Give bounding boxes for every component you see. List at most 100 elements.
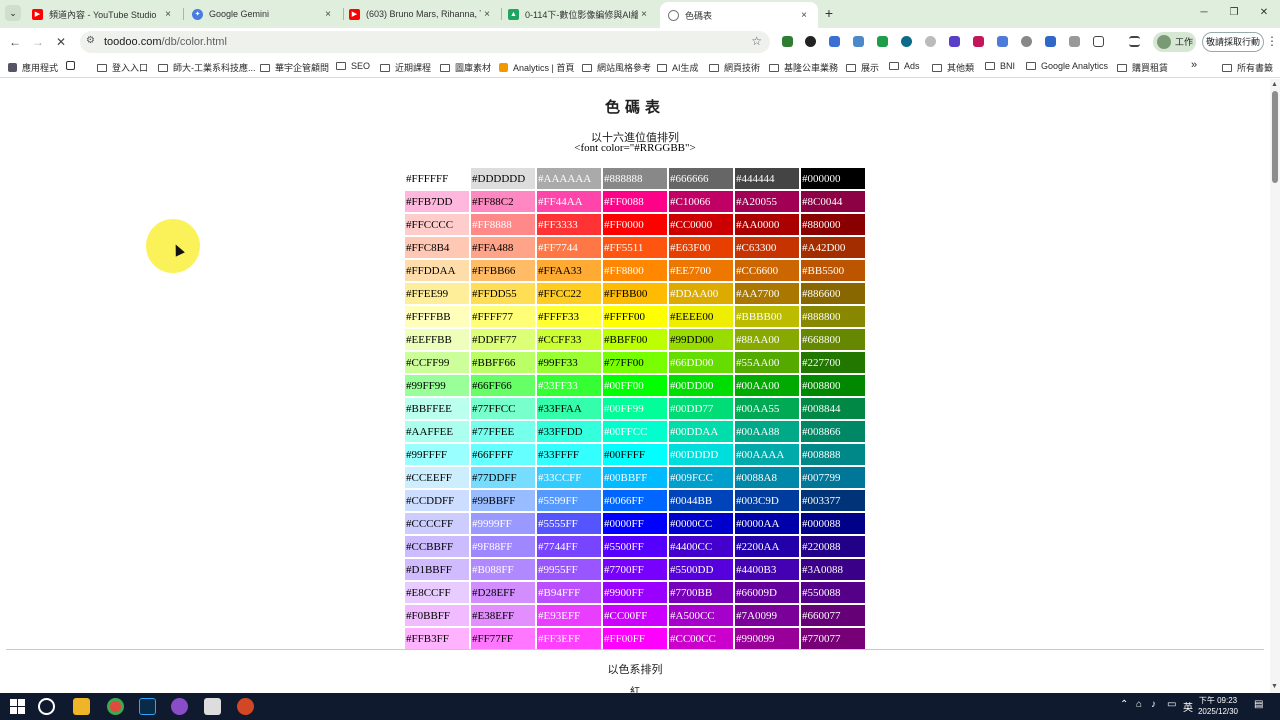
extensions-puzzle-icon[interactable] xyxy=(1093,36,1104,47)
notification-icon[interactable]: ▤ xyxy=(1254,699,1263,710)
color-swatch: #00DDAA xyxy=(669,421,733,442)
minimize-icon[interactable]: ─ xyxy=(1194,5,1214,21)
color-swatch: #77FFCC xyxy=(471,398,535,419)
color-swatch: #FFFFFF xyxy=(405,168,469,189)
close-icon[interactable]: × xyxy=(162,9,174,20)
photoshop-icon[interactable] xyxy=(139,698,156,715)
bookmark-folder[interactable]: 其他類 xyxy=(932,61,974,74)
app-icon[interactable] xyxy=(204,698,221,715)
bookmark-folder[interactable]: AI生成 xyxy=(657,61,699,74)
bookmark-folder[interactable]: 基隆公車業務 xyxy=(769,61,838,74)
reading-list-icon[interactable] xyxy=(1129,36,1140,47)
bookmark-folder[interactable]: 登入入口 xyxy=(97,61,148,74)
bookmark-grid[interactable] xyxy=(66,61,80,70)
close-icon[interactable]: × xyxy=(481,9,493,20)
tab-google-drive[interactable]: ▲ 0-114下-數位影像編修與AI繪 × xyxy=(500,2,658,26)
window-close-icon[interactable]: ✕ xyxy=(1254,5,1274,21)
color-row: #EEFFBB #DDFF77 #CCFF33 #BBFF00 #99DD00 #88AA… xyxy=(405,329,865,350)
color-swatch: #FFDD55 xyxy=(471,283,535,304)
apps-grid-icon xyxy=(8,63,17,72)
extension-icon[interactable] xyxy=(1045,36,1056,47)
chrome-icon[interactable] xyxy=(107,698,124,715)
bookmarks-overflow-icon[interactable]: » xyxy=(1191,59,1197,71)
bookmark-folder[interactable]: 圖庫素材 xyxy=(440,61,491,74)
clock[interactable]: 下午 09:23 2025/12/30 xyxy=(1196,695,1240,717)
close-icon[interactable]: × xyxy=(798,10,810,21)
extension-icon[interactable] xyxy=(877,36,888,47)
scroll-down-icon[interactable]: ▼ xyxy=(1271,683,1278,690)
color-row: #CCBBFF #9F88FF #7744FF #5500FF #4400CC #2200… xyxy=(405,536,865,557)
powerpoint-icon[interactable] xyxy=(237,698,254,715)
extension-icon[interactable] xyxy=(997,36,1008,47)
bookmark-folder[interactable]: 師大-工業系科技應... xyxy=(158,61,256,74)
extension-icon[interactable] xyxy=(1069,36,1080,47)
network-icon[interactable]: ⌂ xyxy=(1136,699,1142,710)
color-row: #99FFFF #66FFFF #33FFFF #00FFFF #00DDDD #00AA… xyxy=(405,444,865,465)
volume-icon[interactable]: ♪ xyxy=(1151,699,1156,710)
bookmark-folder[interactable]: 網頁技術 xyxy=(709,61,760,74)
close-icon[interactable]: × xyxy=(638,9,650,20)
color-swatch: #000000 xyxy=(801,168,865,189)
extension-icon[interactable] xyxy=(829,36,840,47)
bookmark-folder[interactable]: SEO xyxy=(336,61,370,71)
tab-search-chevron-icon[interactable]: ⌄ xyxy=(5,5,21,21)
close-icon[interactable]: × xyxy=(322,9,334,20)
all-bookmarks[interactable]: 所有書籤 xyxy=(1222,61,1273,74)
bookmark-folder[interactable]: Google Analytics xyxy=(1026,61,1108,71)
scroll-thumb[interactable] xyxy=(1272,91,1278,183)
bookmark-analytics[interactable]: Analytics | 首頁 xyxy=(499,61,574,74)
site-info-icon[interactable]: ⚙ xyxy=(86,35,95,46)
color-swatch: #66FFFF xyxy=(471,444,535,465)
color-row: #CCEEFF #77DDFF #33CCFF #00BBFF #009FCC #0088… xyxy=(405,467,865,488)
tray-chevron-icon[interactable]: ⌃ xyxy=(1120,699,1128,710)
battery-icon[interactable]: ▭ xyxy=(1167,699,1176,710)
search-icon[interactable] xyxy=(38,698,55,715)
extension-icon[interactable] xyxy=(901,36,912,47)
extension-icon[interactable] xyxy=(782,36,793,47)
extension-icon[interactable] xyxy=(805,36,816,47)
tab-color-table[interactable]: 色碼表 × xyxy=(660,2,818,28)
extension-icon[interactable] xyxy=(949,36,960,47)
color-swatch: #FF00FF xyxy=(603,628,667,649)
ime-indicator[interactable]: 英 xyxy=(1183,699,1193,714)
tab-youtube-music[interactable]: ▶ (603) Bruno Mars, Rihanna, Th × xyxy=(341,2,501,26)
extension-icon[interactable] xyxy=(853,36,864,47)
color-swatch: #9900FF xyxy=(603,582,667,603)
color-swatch: #CCFF33 xyxy=(537,329,601,350)
bookmark-folder[interactable]: 近期課程 xyxy=(380,61,431,74)
color-swatch: #668800 xyxy=(801,329,865,350)
bookmark-folder[interactable]: 華宇企管顧問 xyxy=(260,61,329,74)
tab-google-gemini[interactable]: ✦ Google Gemini × xyxy=(184,2,342,26)
forward-arrow-icon[interactable]: → xyxy=(30,34,46,50)
bookmark-apps[interactable]: 應用程式 xyxy=(8,61,58,74)
scroll-up-icon[interactable]: ▲ xyxy=(1271,81,1278,88)
address-bar[interactable]: ⚙ toodoo.com/db/color.html ☆ xyxy=(80,31,770,53)
profile-button[interactable]: 工作 xyxy=(1153,32,1196,52)
extension-icon[interactable] xyxy=(1021,36,1032,47)
bookmark-star-icon[interactable]: ☆ xyxy=(751,34,762,48)
color-row: #E8CCFF #D28EFF #B94FFF #9900FF #7700BB #6600… xyxy=(405,582,865,603)
new-tab-button[interactable]: + xyxy=(822,5,836,21)
color-row: #FFCCCC #FF8888 #FF3333 #FF0000 #CC0000 #AA00… xyxy=(405,214,865,235)
tab-youtube-studio[interactable]: ▶ 頻道內容 - YouTube Studio × xyxy=(24,2,182,26)
bookmark-folder[interactable]: 網站風格參考 xyxy=(582,61,651,74)
color-swatch: #008800 xyxy=(801,375,865,396)
more-menu-icon[interactable]: ⋮ xyxy=(1266,34,1278,48)
stop-loading-icon[interactable]: ✕ xyxy=(53,34,69,50)
color-swatch: #770077 xyxy=(801,628,865,649)
app-icon[interactable] xyxy=(171,698,188,715)
restore-icon[interactable]: ❐ xyxy=(1224,5,1244,21)
extension-icon[interactable] xyxy=(973,36,984,47)
vertical-scrollbar[interactable]: ▲ ▼ xyxy=(1270,79,1280,693)
extension-icon[interactable] xyxy=(925,36,936,47)
bookmark-folder[interactable]: 展示 xyxy=(846,61,879,74)
windows-start-icon[interactable] xyxy=(10,699,25,714)
bookmark-folder[interactable]: BNI xyxy=(985,61,1015,71)
back-arrow-icon[interactable]: ← xyxy=(7,34,23,50)
action-required-button[interactable]: 敬請採取行動 xyxy=(1202,32,1264,52)
bookmark-folder[interactable]: 購買租賃 xyxy=(1117,61,1168,74)
folder-icon xyxy=(158,63,168,72)
color-row: #BBFFEE #77FFCC #33FFAA #00FF99 #00DD77 #00AA… xyxy=(405,398,865,419)
file-explorer-icon[interactable] xyxy=(73,698,90,715)
bookmark-folder[interactable]: Ads xyxy=(889,61,920,71)
